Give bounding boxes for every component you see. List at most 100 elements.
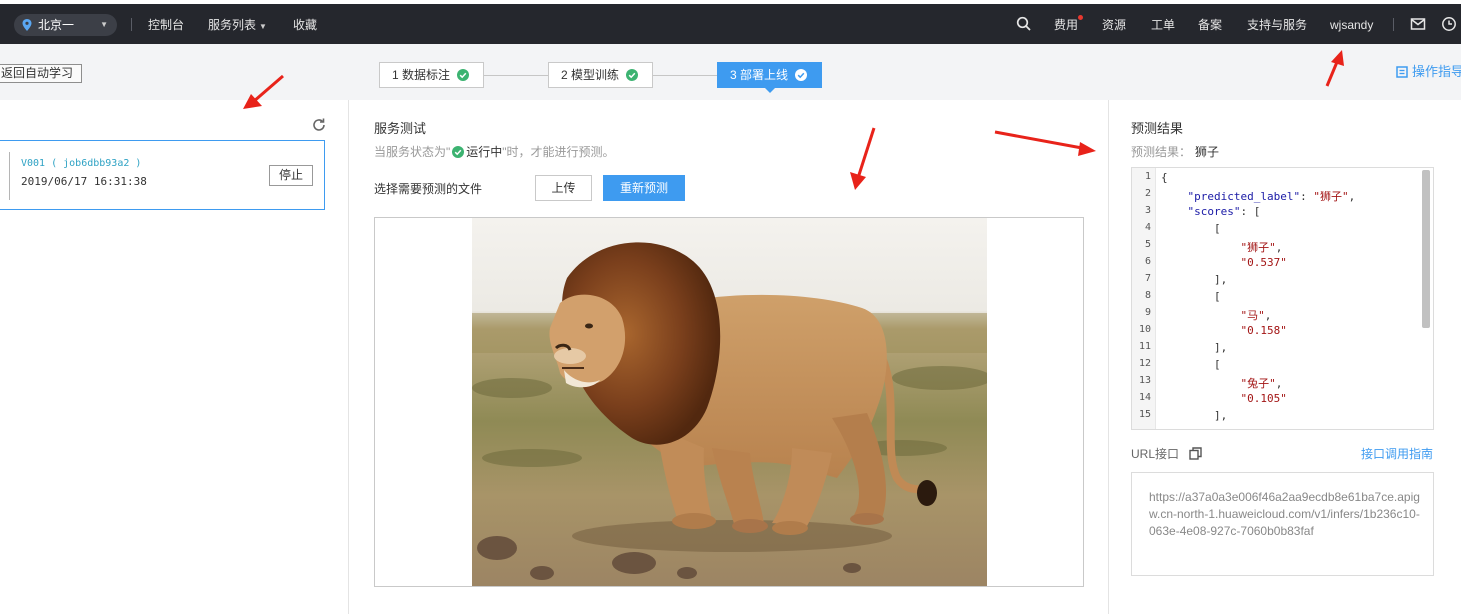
code-line: ], [1161,273,1228,286]
prediction-summary: 预测结果： 狮子 [1131,143,1219,160]
url-interface-label: URL接口 [1131,447,1180,461]
preview-image-frame [374,217,1084,587]
version-list-panel: V001 ( job6dbb93a2 ) 2019/06/17 16:31:38… [0,100,349,614]
region-label: 北京一 [38,18,75,32]
line-number: 1 [1144,171,1151,182]
nav-username[interactable]: wjsandy [1330,16,1373,34]
nav-divider [131,18,132,31]
code-line: "predicted_label": "狮子", [1187,190,1356,203]
code-line: "0.537" [1240,256,1287,269]
check-circle-icon [626,69,639,81]
copy-icon[interactable] [1189,447,1202,460]
code-line: "0.105" [1240,392,1287,405]
nav-tickets[interactable]: 工单 [1151,16,1175,34]
line-number: 15 [1138,409,1151,420]
top-nav: 北京一 ▼ 控制台 服务列表 ▼ 收藏 费用 资源 工单 备案 支持与服务 wjs… [0,4,1461,44]
step-data-labeling[interactable]: 1 数据标注 [379,62,484,88]
hint-suffix: "时，才能进行预测。 [502,145,615,159]
hint-prefix: 当服务状态为" [374,145,451,159]
check-circle-icon [452,146,465,158]
nav-support[interactable]: 支持与服务 [1247,16,1307,34]
prediction-result-title: 预测结果 [1131,121,1184,136]
operation-guide-label: 操作指导 [1412,64,1461,79]
line-number-gutter: 1 2 3 4 5 6 7 8 9 10 11 12 13 14 15 [1132,168,1156,429]
code-line: "0.158" [1240,324,1287,337]
code-line: ], [1161,409,1228,422]
nav-console[interactable]: 控制台 [148,16,184,34]
step-label: 3 部署上线 [730,68,789,82]
stop-button[interactable]: 停止 [269,165,313,186]
step-connector [484,75,548,76]
region-selector[interactable]: 北京一 ▼ [14,14,117,36]
code-line: [ [1161,358,1221,371]
prediction-result-value: 狮子 [1195,145,1220,159]
version-card[interactable]: V001 ( job6dbb93a2 ) 2019/06/17 16:31:38… [0,140,325,210]
line-number: 5 [1144,239,1151,250]
check-circle-icon [457,69,470,81]
select-file-label: 选择需要预测的文件 [374,182,483,196]
version-name: V001 ( job6dbb93a2 ) [21,158,142,169]
repredict-button[interactable]: 重新预测 [603,175,685,201]
step-label: 1 数据标注 [392,68,451,82]
code-line: "马", [1240,309,1272,322]
line-number: 4 [1144,222,1151,233]
line-number: 9 [1144,307,1151,318]
check-circle-icon [795,69,808,81]
prediction-result-label: 预测结果： [1131,145,1192,159]
chevron-down-icon: ▼ [100,20,108,29]
nav-resources[interactable]: 资源 [1102,16,1126,34]
location-pin-icon [22,19,32,31]
step-connector [653,75,717,76]
nav-divider [1393,18,1394,31]
service-status-hint: 当服务状态为" 运行中"时，才能进行预测。 [374,143,615,160]
upload-button[interactable]: 上传 [535,175,592,201]
url-textbox[interactable]: https://a37a0a3e006f46a2aa9ecdb8e61ba7ce… [1131,472,1434,576]
line-number: 7 [1144,273,1151,284]
line-number: 6 [1144,256,1151,267]
document-icon [1396,66,1408,78]
nav-billing[interactable]: 费用 [1054,16,1078,34]
code-line: [ [1161,290,1221,303]
active-step-pointer [764,87,776,93]
line-number: 14 [1138,392,1151,403]
step-label: 2 模型训练 [561,68,620,82]
mail-icon[interactable] [1410,16,1426,32]
line-number: 12 [1138,358,1151,369]
nav-filing[interactable]: 备案 [1198,16,1222,34]
api-guide-link[interactable]: 接口调用指南 [1361,445,1433,462]
lion-photo [472,218,987,586]
line-number: 2 [1144,188,1151,199]
hint-status: 运行中 [466,145,503,159]
scrollbar-thumb[interactable] [1422,170,1430,328]
code-line: [ [1161,222,1221,235]
operation-guide-link[interactable]: 操作指导 [1396,61,1461,80]
clock-icon[interactable] [1441,16,1457,32]
prediction-result-panel: 预测结果 预测结果： 狮子 1 2 3 4 5 6 7 8 9 10 11 12 13 14 15 { "pr… [1108,100,1461,614]
line-number: 10 [1138,324,1151,335]
line-number: 3 [1144,205,1151,216]
step-model-training[interactable]: 2 模型训练 [548,62,653,88]
step-deployment[interactable]: 3 部署上线 [717,62,822,88]
json-result-viewer[interactable]: 1 2 3 4 5 6 7 8 9 10 11 12 13 14 15 { "predicted_label… [1131,167,1434,430]
line-number: 8 [1144,290,1151,301]
line-number: 11 [1138,341,1151,352]
refresh-icon[interactable] [311,117,327,133]
code-line: "兔子", [1240,377,1283,390]
code-line: { [1161,171,1168,184]
back-to-autolearning-button[interactable]: 返回自动学习 [0,64,83,83]
nav-service-list[interactable]: 服务列表 ▼ [208,16,267,36]
search-icon[interactable] [1016,16,1032,32]
service-test-panel: 服务测试 当服务状态为" 运行中"时，才能进行预测。 选择需要预测的文件 上传 重… [350,100,1108,614]
service-test-title: 服务测试 [374,121,427,136]
workflow-bar: 返回自动学习 1 数据标注 2 模型训练 3 部署上线 操作指导 [0,44,1461,100]
card-divider [9,152,10,200]
code-line: ], [1161,341,1228,354]
nav-favorites[interactable]: 收藏 [293,16,317,34]
chevron-down-icon: ▼ [259,22,267,31]
code-line: "狮子", [1240,241,1283,254]
code-line: "scores": [ [1187,205,1261,218]
nav-service-list-label: 服务列表 [208,18,257,32]
version-timestamp: 2019/06/17 16:31:38 [21,175,147,188]
line-number: 13 [1138,375,1151,386]
notification-dot [1078,15,1083,20]
